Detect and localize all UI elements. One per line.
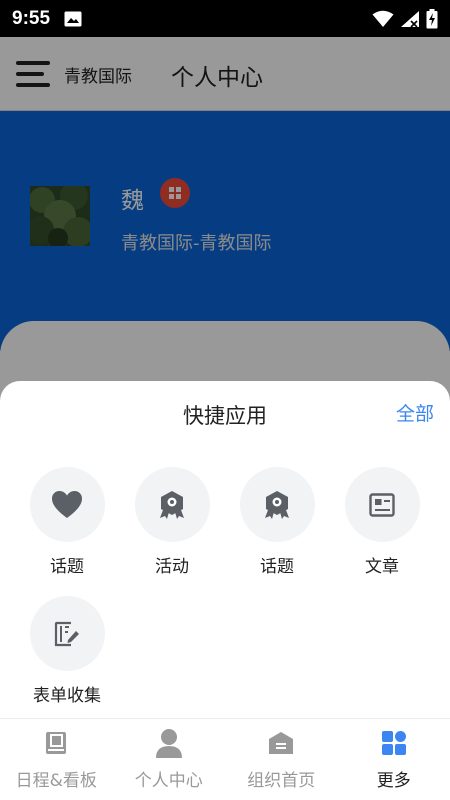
nav-item-more[interactable]: 更多 xyxy=(338,719,450,800)
grid-icon xyxy=(379,728,409,758)
nav-label: 个人中心 xyxy=(134,771,203,791)
nav-item-org-home[interactable]: 组织首页 xyxy=(225,719,338,800)
app-item-topic[interactable]: 话题 xyxy=(17,467,117,587)
status-time: 9:55 xyxy=(12,7,51,29)
sheet-title: 快捷应用 xyxy=(183,404,267,428)
article-icon xyxy=(369,492,395,517)
award-ribbon-icon xyxy=(160,490,184,519)
app-icon-circle xyxy=(344,467,420,542)
app-icon-circle xyxy=(134,467,210,542)
app-label: 活动 xyxy=(155,557,189,577)
nav-item-schedule[interactable]: 日程&看板 xyxy=(0,719,113,800)
app-label: 话题 xyxy=(50,557,84,577)
app-item-activity[interactable]: 活动 xyxy=(122,467,222,587)
app-icon-circle xyxy=(29,467,105,542)
signal-icon xyxy=(401,10,419,28)
app-item-topic-2[interactable]: 话题 xyxy=(227,467,327,587)
person-icon xyxy=(154,728,184,758)
app-label: 话题 xyxy=(260,557,294,577)
app-icon-circle xyxy=(239,467,315,542)
quick-apps-sheet: 快捷应用 全部 话题 活动 话题 文章 表单收集 xyxy=(0,381,450,718)
app-item-form[interactable]: 表单收集 xyxy=(17,596,117,716)
award-ribbon-icon xyxy=(265,490,289,519)
bottom-nav: 日程&看板 个人中心 组织首页 更多 xyxy=(0,718,450,800)
heart-icon xyxy=(52,490,82,518)
home-icon xyxy=(266,728,296,758)
battery-icon xyxy=(426,8,438,28)
form-edit-icon xyxy=(54,621,79,646)
app-icon-circle xyxy=(29,596,105,671)
app-item-article[interactable]: 文章 xyxy=(332,467,432,587)
gallery-icon xyxy=(64,11,82,26)
nav-label: 日程&看板 xyxy=(15,771,97,791)
nav-label: 更多 xyxy=(376,771,411,791)
nav-label: 组织首页 xyxy=(247,771,316,791)
app-label: 表单收集 xyxy=(33,686,101,706)
nav-item-profile[interactable]: 个人中心 xyxy=(113,719,226,800)
status-bar: 9:55 xyxy=(0,0,450,37)
status-indicators xyxy=(372,8,438,29)
all-apps-link[interactable]: 全部 xyxy=(396,399,434,426)
app-label: 文章 xyxy=(365,557,399,577)
wifi-icon xyxy=(372,10,394,27)
book-icon xyxy=(41,728,71,758)
